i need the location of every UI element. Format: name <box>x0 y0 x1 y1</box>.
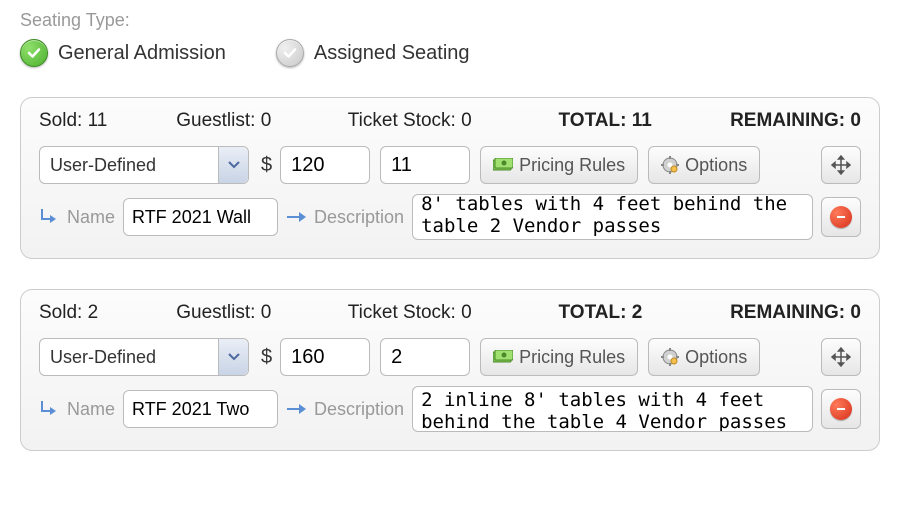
price-input[interactable] <box>280 146 370 184</box>
name-label: Name <box>67 399 115 420</box>
seating-type-options: General Admission Assigned Seating <box>20 39 880 67</box>
currency-symbol: $ <box>261 346 272 369</box>
seating-general-label: General Admission <box>58 42 226 65</box>
detail-row: Name Description <box>39 386 861 432</box>
sold-label: Sold: <box>39 110 82 131</box>
ticket-stock-label: Ticket Stock: <box>348 110 456 131</box>
guestlist-value: 0 <box>261 302 272 323</box>
move-button[interactable] <box>821 146 861 184</box>
sub-arrow-icon <box>39 207 59 227</box>
tier-type-select[interactable]: User-Defined <box>39 146 249 184</box>
ticket-stock-value: 0 <box>461 302 472 323</box>
ticket-stock-value: 0 <box>461 110 472 131</box>
total-label: TOTAL: <box>559 110 627 131</box>
arrow-right-icon <box>286 402 306 416</box>
pricing-rules-label: Pricing Rules <box>519 347 625 368</box>
guestlist-value: 0 <box>261 110 272 131</box>
chevron-down-icon <box>218 147 248 183</box>
pricing-rules-button[interactable]: Pricing Rules <box>480 338 638 376</box>
description-input[interactable] <box>412 194 813 240</box>
guestlist-label: Guestlist: <box>176 302 255 323</box>
move-icon <box>831 347 851 367</box>
controls-row: User-Defined $ Pricing Rules Options <box>39 146 861 184</box>
total-value: 11 <box>632 110 652 131</box>
price-input[interactable] <box>280 338 370 376</box>
seating-assigned[interactable]: Assigned Seating <box>276 39 470 67</box>
options-button[interactable]: Options <box>648 146 760 184</box>
detail-row: Name Description <box>39 194 861 240</box>
remove-icon <box>830 398 852 420</box>
controls-row: User-Defined $ Pricing Rules Options <box>39 338 861 376</box>
options-button[interactable]: Options <box>648 338 760 376</box>
stats-row: Sold: 2 Guestlist: 0 Ticket Stock: 0 TOT… <box>39 302 861 324</box>
seating-type-label: Seating Type: <box>20 10 880 31</box>
options-label: Options <box>685 347 747 368</box>
total-value: 2 <box>632 302 643 323</box>
description-label: Description <box>314 399 404 420</box>
gear-icon <box>661 348 679 366</box>
money-icon <box>493 158 513 172</box>
chevron-down-icon <box>218 339 248 375</box>
ticket-tier-panel: Sold: 11 Guestlist: 0 Ticket Stock: 0 TO… <box>20 97 880 259</box>
move-button[interactable] <box>821 338 861 376</box>
tier-name-input[interactable] <box>123 390 278 428</box>
description-label: Description <box>314 207 404 228</box>
sub-arrow-icon <box>39 399 59 419</box>
move-icon <box>831 155 851 175</box>
pricing-rules-button[interactable]: Pricing Rules <box>480 146 638 184</box>
ticket-tier-panel: Sold: 2 Guestlist: 0 Ticket Stock: 0 TOT… <box>20 289 880 451</box>
tier-type-value: User-Defined <box>50 347 156 368</box>
seating-assigned-label: Assigned Seating <box>314 42 470 65</box>
remaining-value: 0 <box>850 110 861 131</box>
currency-symbol: $ <box>261 154 272 177</box>
sold-value: 11 <box>88 110 108 131</box>
tier-name-input[interactable] <box>123 198 278 236</box>
stats-row: Sold: 11 Guestlist: 0 Ticket Stock: 0 TO… <box>39 110 861 132</box>
quantity-input[interactable] <box>380 338 470 376</box>
tier-type-select[interactable]: User-Defined <box>39 338 249 376</box>
check-icon <box>20 39 48 67</box>
options-label: Options <box>685 155 747 176</box>
seating-general-admission[interactable]: General Admission <box>20 39 226 67</box>
tier-type-value: User-Defined <box>50 155 156 176</box>
sold-label: Sold: <box>39 302 82 323</box>
quantity-input[interactable] <box>380 146 470 184</box>
remaining-label: REMAINING: <box>730 302 845 323</box>
gear-icon <box>661 156 679 174</box>
pricing-rules-label: Pricing Rules <box>519 155 625 176</box>
guestlist-label: Guestlist: <box>176 110 255 131</box>
remove-button[interactable] <box>821 197 861 237</box>
remaining-label: REMAINING: <box>730 110 845 131</box>
arrow-right-icon <box>286 210 306 224</box>
remove-icon <box>830 206 852 228</box>
ticket-stock-label: Ticket Stock: <box>348 302 456 323</box>
remove-button[interactable] <box>821 389 861 429</box>
money-icon <box>493 350 513 364</box>
name-label: Name <box>67 207 115 228</box>
remaining-value: 0 <box>850 302 861 323</box>
check-icon <box>276 39 304 67</box>
sold-value: 2 <box>88 302 99 323</box>
description-input[interactable] <box>412 386 813 432</box>
total-label: TOTAL: <box>559 302 627 323</box>
